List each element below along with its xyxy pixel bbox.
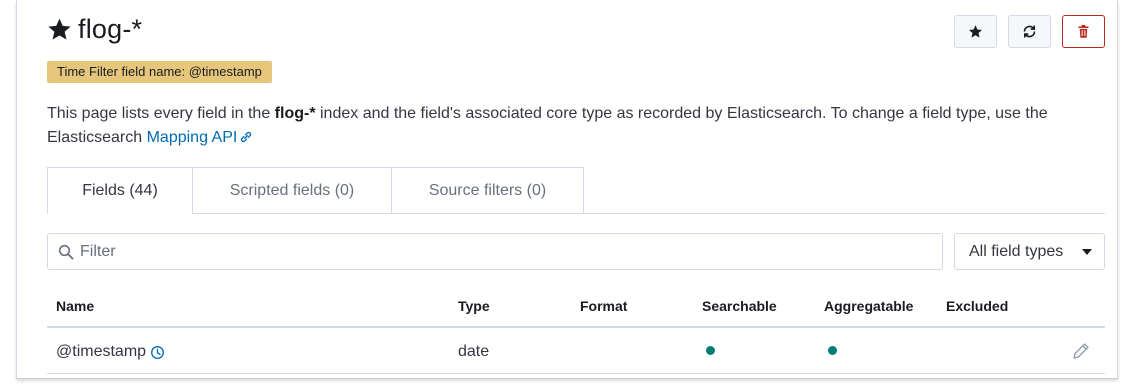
active-tab-gap	[48, 213, 192, 214]
refresh-icon	[1023, 25, 1036, 38]
delete-index-pattern-button[interactable]	[1062, 15, 1105, 48]
page-description: This page lists every field in the flog-…	[47, 102, 1097, 150]
caret-down-icon	[1082, 248, 1092, 255]
description-text: This page lists every field in the	[47, 105, 275, 122]
tab-divider	[47, 213, 1105, 214]
filter-input[interactable]	[80, 242, 880, 261]
column-header-aggregatable: Aggregatable	[824, 298, 914, 314]
column-header-searchable: Searchable	[702, 298, 777, 314]
index-pattern-title: flog-*	[78, 14, 143, 44]
column-header-type[interactable]: Type	[458, 298, 490, 314]
mapping-api-link[interactable]: Mapping API	[147, 129, 254, 146]
column-header-excluded: Excluded	[946, 298, 1009, 314]
field-type-select[interactable]: All field types	[954, 233, 1105, 270]
trash-icon	[1078, 24, 1089, 38]
searchable-indicator-dot	[706, 346, 715, 355]
star-filled-icon	[48, 18, 71, 40]
filter-box	[47, 233, 943, 270]
tab-fields[interactable]: Fields (44)	[47, 167, 193, 214]
tab-source-filters[interactable]: Source filters (0)	[392, 167, 584, 214]
header-actions	[954, 15, 1105, 48]
field-type-select-value: All field types	[969, 242, 1064, 260]
field-name: @timestamp	[56, 343, 147, 360]
set-default-button[interactable]	[954, 15, 997, 48]
star-icon	[969, 25, 982, 38]
link-icon	[241, 131, 252, 143]
table-row: @timestamp date	[47, 328, 1105, 374]
search-icon	[58, 244, 74, 259]
column-header-format: Format	[580, 298, 628, 314]
tab-scripted-fields[interactable]: Scripted fields (0)	[193, 167, 392, 214]
index-name: flog-*	[274, 105, 316, 122]
page-title: flog-*	[47, 14, 142, 45]
column-header-name[interactable]: Name	[56, 298, 94, 314]
mapping-api-link-label: Mapping API	[146, 129, 238, 146]
refresh-fields-button[interactable]	[1008, 15, 1051, 48]
pencil-icon[interactable]	[1072, 342, 1090, 360]
field-type: date	[458, 343, 490, 360]
tab-bar: Fields (44) Scripted fields (0) Source f…	[47, 167, 584, 214]
field-name-cell: @timestamp	[56, 343, 165, 361]
clock-icon	[151, 345, 165, 359]
time-filter-badge: Time Filter field name: @timestamp	[47, 61, 272, 83]
aggregatable-indicator-dot	[828, 346, 837, 355]
